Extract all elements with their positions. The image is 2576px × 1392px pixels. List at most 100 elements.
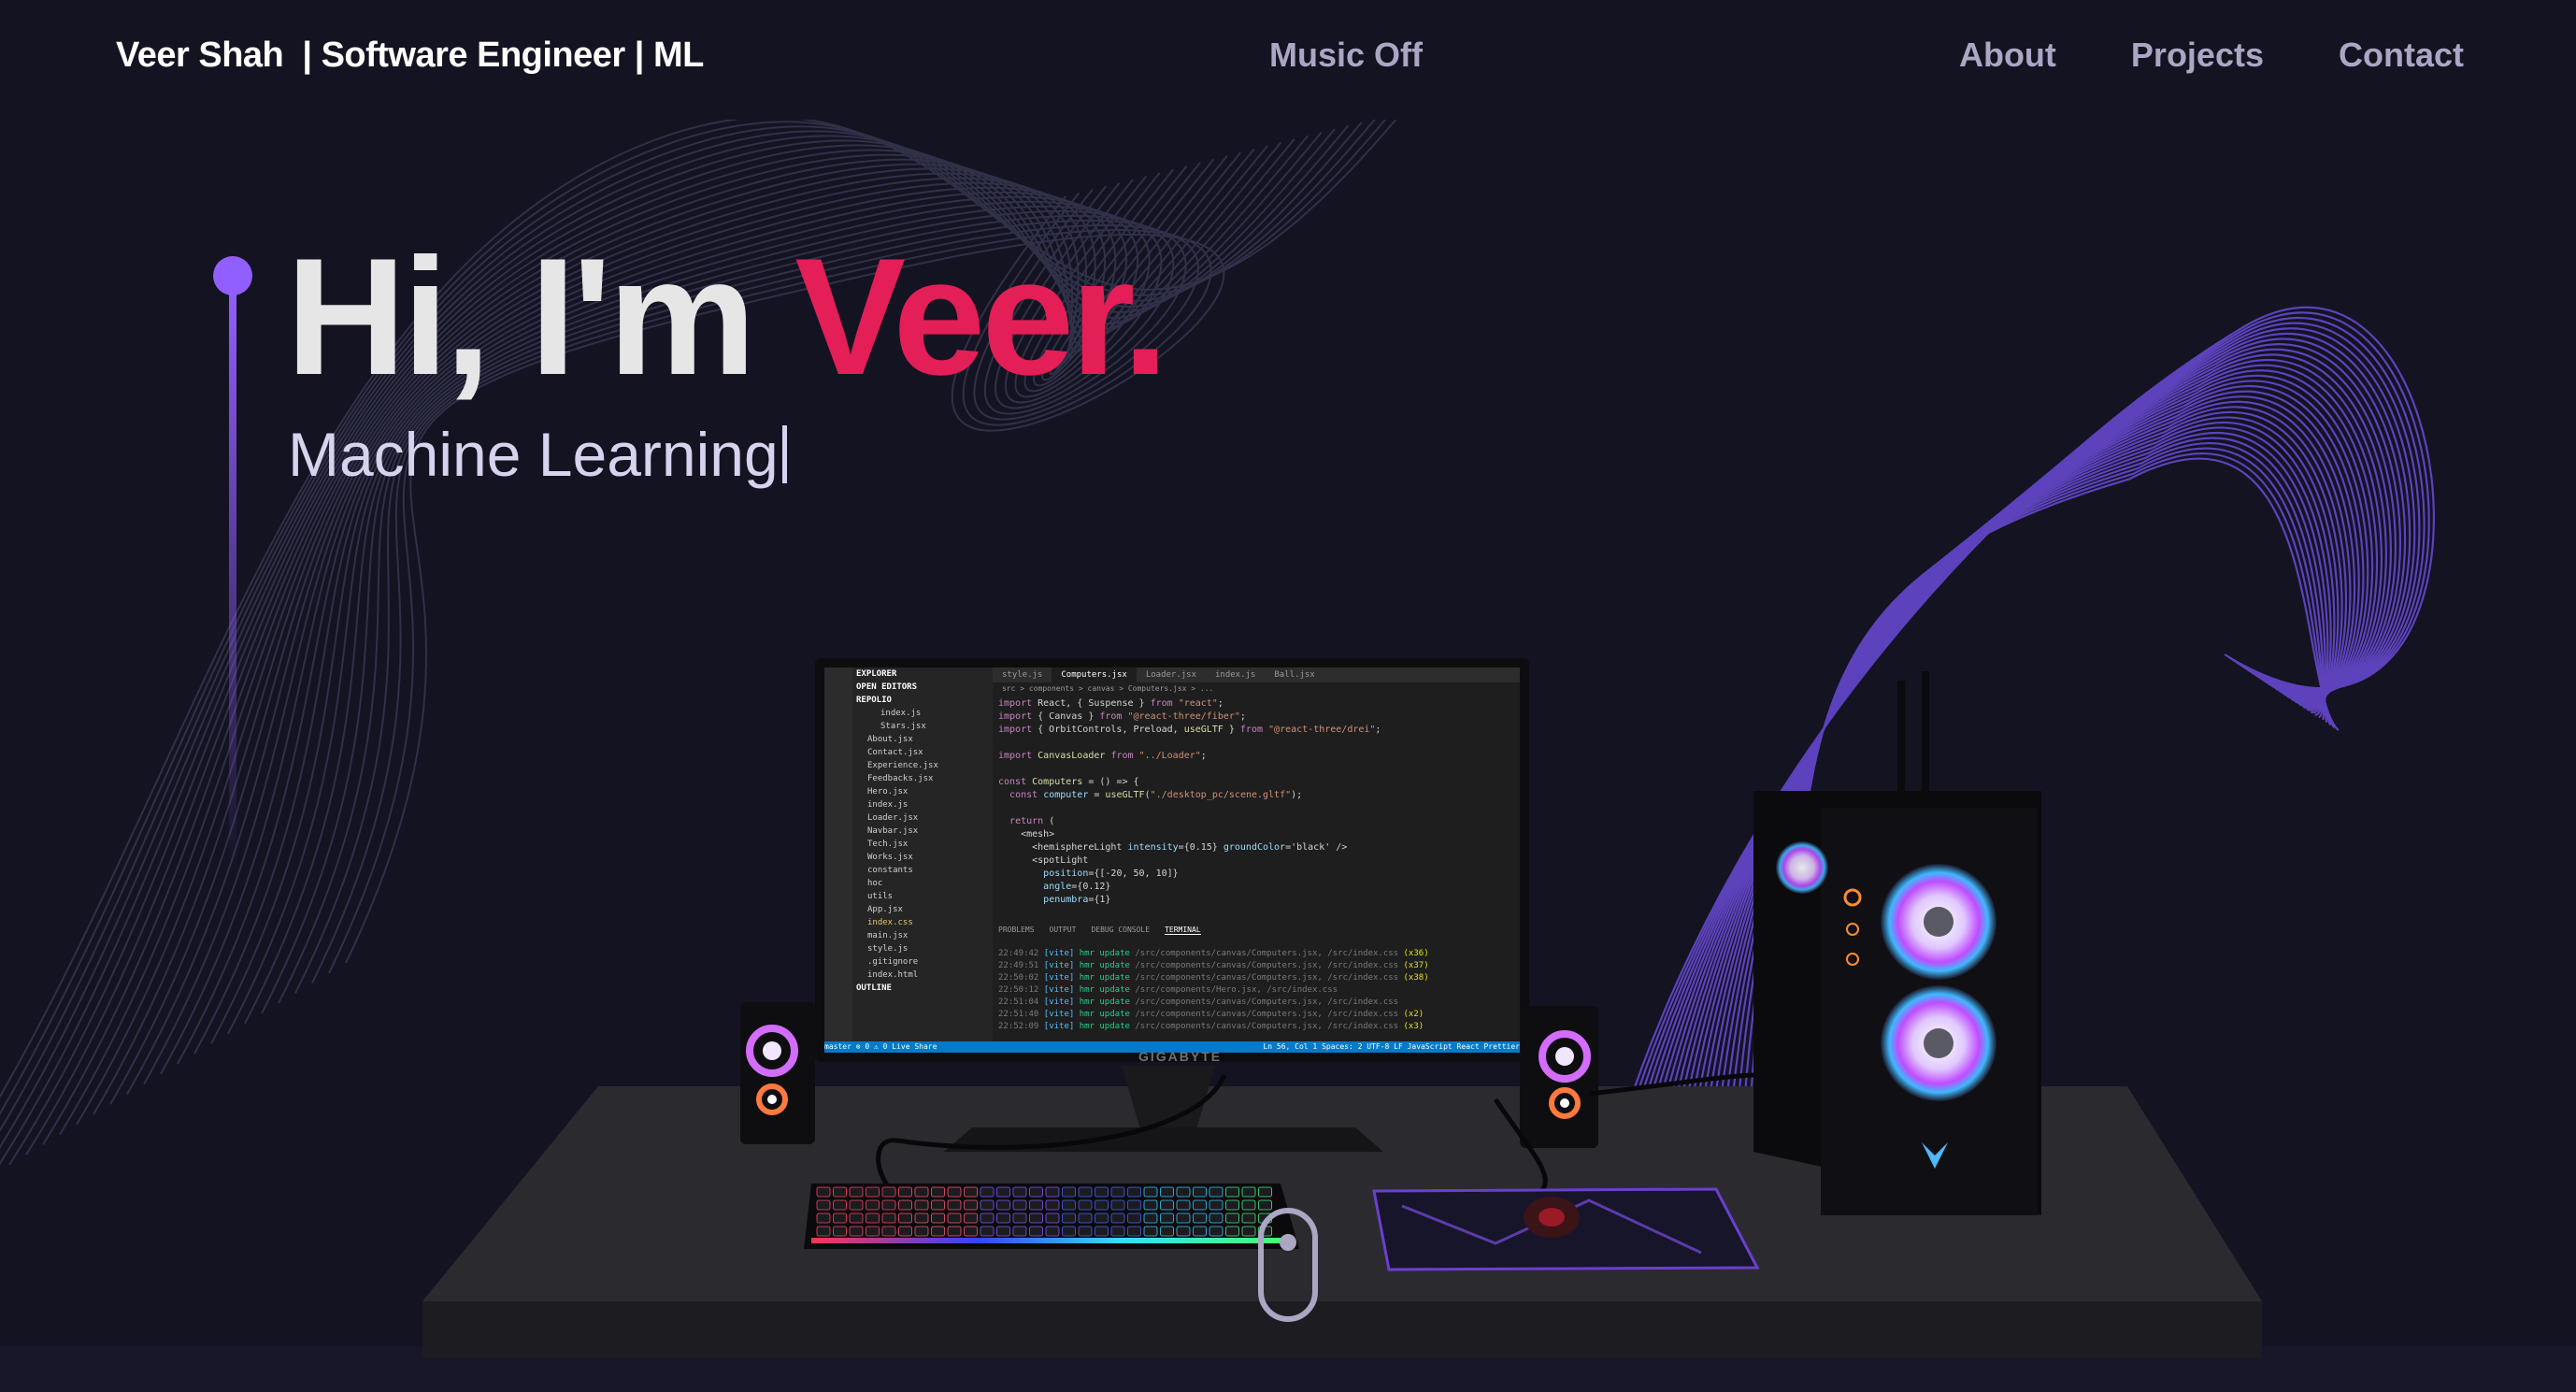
status-right: Ln 56, Col 1 Spaces: 2 UTF-8 LF JavaScri… bbox=[1263, 1042, 1520, 1051]
explorer-item[interactable]: Navbar.jsx bbox=[852, 825, 993, 838]
explorer-item[interactable]: Experience.jsx bbox=[852, 759, 993, 772]
nav-link-about[interactable]: About bbox=[1959, 36, 2056, 75]
music-toggle-button[interactable]: Music Off bbox=[1269, 36, 1423, 75]
keyboard-key bbox=[1176, 1186, 1191, 1198]
keyboard-key bbox=[816, 1226, 831, 1237]
keyboard-key bbox=[914, 1186, 929, 1198]
explorer-item[interactable]: OPEN EDITORS bbox=[852, 681, 993, 694]
keyboard-key bbox=[980, 1213, 995, 1224]
keyboard-key bbox=[914, 1199, 929, 1211]
keyboard-key bbox=[866, 1199, 880, 1211]
explorer-item[interactable]: main.jsx bbox=[852, 929, 993, 942]
explorer-item[interactable]: App.jsx bbox=[852, 903, 993, 916]
keyboard-key bbox=[816, 1213, 831, 1224]
keyboard-key bbox=[996, 1226, 1010, 1237]
code-line: <mesh> bbox=[998, 829, 1055, 840]
keyboard-key bbox=[1045, 1199, 1060, 1211]
keyboard-key bbox=[996, 1213, 1010, 1224]
keyboard-key bbox=[1110, 1213, 1125, 1224]
keyboard-key bbox=[947, 1226, 962, 1237]
portfolio-page: EXPLORER OPEN EDITORS REPOLIO index.js Star… bbox=[0, 0, 2576, 1392]
explorer-item[interactable]: utils bbox=[852, 890, 993, 903]
keyboard-key bbox=[1062, 1213, 1076, 1224]
explorer-item[interactable]: Works.jsx bbox=[852, 851, 993, 864]
keyboard-key bbox=[881, 1213, 896, 1224]
code-line: <spotLight bbox=[998, 855, 1089, 866]
keyboard-key bbox=[1045, 1226, 1060, 1237]
keyboard-key bbox=[1029, 1186, 1043, 1198]
panel-tab[interactable]: DEBUG CONSOLE bbox=[1091, 926, 1150, 935]
code-line: angle={0.12} bbox=[1043, 882, 1111, 892]
keyboard-key bbox=[947, 1199, 962, 1211]
keyboard-key bbox=[1193, 1226, 1207, 1237]
explorer-item[interactable]: constants bbox=[852, 864, 993, 877]
brand-title[interactable]: Veer Shah | Software Engineer | ML bbox=[116, 36, 704, 76]
explorer-item[interactable]: Loader.jsx bbox=[852, 811, 993, 825]
explorer-item[interactable]: Feedbacks.jsx bbox=[852, 772, 993, 785]
keyboard-key bbox=[833, 1226, 847, 1237]
keyboard-key bbox=[1062, 1199, 1076, 1211]
editor-tab[interactable]: Computers.jsx bbox=[1052, 667, 1137, 682]
keyboard-key bbox=[1209, 1199, 1224, 1211]
panel-tab[interactable]: OUTPUT bbox=[1050, 926, 1077, 935]
keyboard-key bbox=[1225, 1226, 1239, 1237]
explorer-item[interactable]: REPOLIO bbox=[852, 694, 993, 707]
hero-role-typewriter: Machine Learning bbox=[288, 419, 787, 490]
explorer-item[interactable]: Stars.jsx bbox=[852, 720, 993, 733]
keyboard-key bbox=[816, 1186, 831, 1198]
editor-tab[interactable]: index.js bbox=[1206, 667, 1265, 682]
terminal-line: 22:49:42 [vite] hmr update /src/componen… bbox=[998, 949, 1429, 958]
keyboard-key bbox=[1062, 1186, 1076, 1198]
editor-activity-bar bbox=[824, 667, 852, 1053]
keyboard-key bbox=[980, 1186, 995, 1198]
keyboard-key bbox=[1176, 1226, 1191, 1237]
keyboard-key bbox=[881, 1199, 896, 1211]
explorer-item[interactable]: About.jsx bbox=[852, 733, 993, 746]
explorer-item[interactable]: index.html bbox=[852, 969, 993, 982]
explorer-item[interactable]: index.js bbox=[852, 798, 993, 811]
editor-tab[interactable]: Ball.jsx bbox=[1265, 667, 1324, 682]
code-line: penumbra={1} bbox=[1043, 895, 1111, 905]
panel-tab[interactable]: TERMINAL bbox=[1165, 926, 1201, 935]
keyboard-key bbox=[898, 1199, 912, 1211]
keyboard-key bbox=[1160, 1226, 1174, 1237]
keyboard-key bbox=[1029, 1213, 1043, 1224]
keyboard-key bbox=[1012, 1213, 1027, 1224]
keyboard-key bbox=[849, 1226, 864, 1237]
explorer-item[interactable]: hoc bbox=[852, 877, 993, 890]
explorer-item[interactable]: Hero.jsx bbox=[852, 785, 993, 798]
keyboard-key bbox=[1045, 1186, 1060, 1198]
hero-title: Hi, I'm Veer. bbox=[286, 234, 1168, 400]
hero-greeting: Hi, I'm bbox=[286, 223, 795, 409]
explorer-item[interactable]: .gitignore bbox=[852, 955, 993, 969]
terminal-line: 22:50:02 [vite] hmr update /src/componen… bbox=[998, 973, 1429, 983]
keyboard-key bbox=[898, 1213, 912, 1224]
explorer-item[interactable]: style.js bbox=[852, 942, 993, 955]
editor-tab[interactable]: style.js bbox=[993, 667, 1052, 682]
scroll-down-indicator[interactable] bbox=[1258, 1208, 1318, 1322]
explorer-item[interactable]: Contact.jsx bbox=[852, 746, 993, 759]
editor-breadcrumbs: src > components > canvas > Computers.js… bbox=[1002, 684, 1214, 693]
keyboard-key bbox=[931, 1213, 945, 1224]
keyboard-key bbox=[1241, 1199, 1256, 1211]
explorer-item[interactable]: index.js bbox=[852, 707, 993, 720]
explorer-item[interactable]: index.css bbox=[852, 916, 993, 929]
panel-tab[interactable]: PROBLEMS bbox=[998, 926, 1035, 935]
editor-tab[interactable]: Loader.jsx bbox=[1137, 667, 1206, 682]
nav-link-contact[interactable]: Contact bbox=[2339, 36, 2464, 75]
nav-links: About Projects Contact bbox=[1959, 36, 2464, 75]
terminal-line: 22:50:12 [vite] hmr update /src/componen… bbox=[998, 985, 1338, 995]
nav-link-projects[interactable]: Projects bbox=[2131, 36, 2264, 75]
code-line: const computer = useGLTF("./desktop_pc/s… bbox=[1009, 790, 1303, 800]
keyboard-key bbox=[1045, 1213, 1060, 1224]
keyboard-key bbox=[866, 1186, 880, 1198]
pc-tower bbox=[1753, 671, 2041, 1215]
keyboard-key bbox=[1143, 1186, 1158, 1198]
keyboard-key bbox=[1110, 1226, 1125, 1237]
keyboard-key bbox=[833, 1186, 847, 1198]
explorer-item[interactable]: Tech.jsx bbox=[852, 838, 993, 851]
keyboard-key bbox=[1127, 1199, 1141, 1211]
explorer-item[interactable]: OUTLINE bbox=[852, 982, 993, 995]
keyboard-key bbox=[1241, 1226, 1256, 1237]
hero-name: Veer. bbox=[794, 223, 1168, 409]
